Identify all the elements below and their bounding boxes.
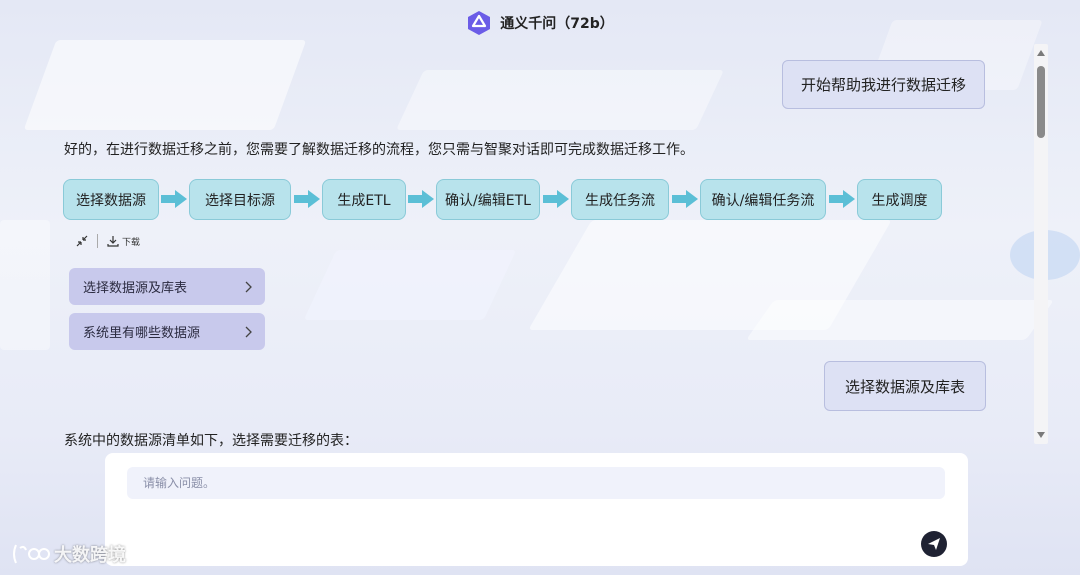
tongyi-logo-icon [468, 11, 491, 35]
scroll-up-arrow-icon[interactable] [1037, 50, 1045, 56]
suggestion-list-datasources[interactable]: 系统里有哪些数据源 [69, 313, 265, 350]
download-label: 下载 [122, 237, 141, 248]
send-button[interactable] [921, 531, 947, 557]
user-message-2: 选择数据源及库表 [824, 361, 986, 411]
send-icon [928, 538, 940, 550]
watermark-text: 大数跨境 [54, 545, 126, 566]
watermark: 大数跨境 [10, 541, 126, 567]
chevron-right-icon [245, 326, 252, 337]
suggestion-label: 系统里有哪些数据源 [83, 326, 201, 341]
download-button[interactable]: 下载 [106, 234, 140, 248]
chat-scrollbar[interactable] [1034, 44, 1048, 444]
flow-step-select-source: 选择数据源 [63, 179, 159, 220]
chevron-right-icon [245, 281, 252, 292]
scroll-down-arrow-icon[interactable] [1037, 432, 1045, 438]
flow-arrow-icon [161, 190, 187, 208]
flow-arrow-icon [543, 190, 569, 208]
flow-step-select-target: 选择目标源 [189, 179, 291, 220]
assistant-reply-2: 系统中的数据源清单如下，选择需要迁移的表： [64, 433, 358, 449]
flow-step-generate-taskflow: 生成任务流 [571, 179, 669, 220]
flow-step-generate-schedule: 生成调度 [857, 179, 942, 220]
suggestion-label: 选择数据源及库表 [83, 281, 188, 296]
scroll-thumb[interactable] [1037, 66, 1045, 138]
assistant-reply-1: 好的，在进行数据迁移之前，您需要了解数据迁移的流程，您只需与智聚对话即可完成数据… [64, 142, 694, 158]
app-header: 通义千问（72b） [0, 8, 1080, 38]
message-tools: 下载 [75, 234, 140, 248]
download-icon [107, 236, 119, 247]
flow-step-confirm-etl: 确认/编辑ETL [436, 179, 540, 220]
question-input[interactable] [127, 467, 945, 499]
flow-arrow-icon [408, 190, 434, 208]
chat-input-panel [105, 453, 968, 566]
flow-step-confirm-taskflow: 确认/编辑任务流 [700, 179, 826, 220]
collapse-icon[interactable] [75, 234, 89, 248]
tool-divider [97, 234, 98, 248]
flow-arrow-icon [829, 190, 855, 208]
suggestion-select-source-tables[interactable]: 选择数据源及库表 [69, 268, 265, 305]
flow-arrow-icon [672, 190, 698, 208]
flow-step-generate-etl: 生成ETL [322, 179, 406, 220]
flow-arrow-icon [294, 190, 320, 208]
page-title: 通义千问（72b） [500, 16, 614, 32]
user-message-1: 开始帮助我进行数据迁移 [782, 60, 985, 109]
watermark-logo-icon [13, 544, 50, 564]
